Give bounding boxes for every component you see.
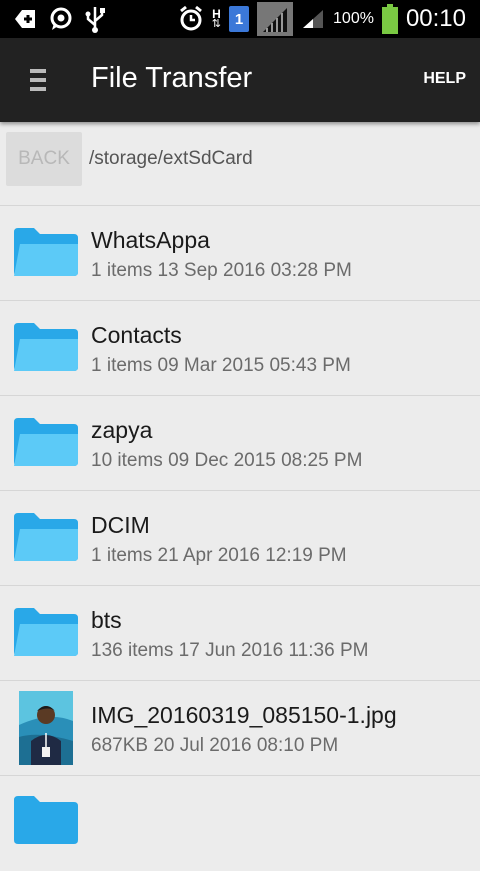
file-meta: 10 items 09 Dec 2015 08:25 PM xyxy=(91,450,363,471)
list-item[interactable]: bts 136 items 17 Jun 2016 11:36 PM xyxy=(0,586,480,681)
folder-icon xyxy=(14,323,78,371)
file-name: bts xyxy=(91,607,122,633)
file-name: zapya xyxy=(91,417,153,443)
app-bar: File Transfer HELP xyxy=(0,38,480,122)
app-title: File Transfer xyxy=(91,62,253,94)
file-meta: 1 items 09 Mar 2015 05:43 PM xyxy=(91,355,351,376)
file-meta: 687KB 20 Jul 2016 08:10 PM xyxy=(91,735,339,756)
file-meta: 1 items 13 Sep 2016 03:28 PM xyxy=(91,260,352,281)
file-name: IMG_20160319_085150-1.jpg xyxy=(91,702,397,728)
signal-icon xyxy=(303,10,324,28)
alarm-icon xyxy=(179,5,202,31)
folder-icon xyxy=(14,418,78,466)
path-bar: BACK /storage/extSdCard xyxy=(0,122,480,206)
menu-icon[interactable] xyxy=(30,69,46,91)
folder-icon xyxy=(14,608,78,656)
notification-icons xyxy=(12,5,106,33)
add-notification-icon xyxy=(15,10,35,28)
file-name: Contacts xyxy=(91,322,182,348)
folder-icon xyxy=(14,513,78,561)
file-list: WhatsAppa 1 items 13 Sep 2016 03:28 PM C… xyxy=(0,206,480,871)
status-bar: H ⇅ 1 100% 00:10 xyxy=(0,0,480,38)
list-item[interactable]: zapya 10 items 09 Dec 2015 08:25 PM xyxy=(0,396,480,491)
signal-strength-box-icon xyxy=(257,2,294,36)
list-item[interactable]: Contacts 1 items 09 Mar 2015 05:43 PM xyxy=(0,301,480,396)
battery-percent: 100% xyxy=(333,10,374,27)
whatsapp-icon xyxy=(50,7,72,30)
system-icons: H ⇅ 1 100% 00:10 xyxy=(178,0,466,38)
list-item-partial[interactable] xyxy=(0,776,480,871)
list-item[interactable]: IMG_20160319_085150-1.jpg 687KB 20 Jul 2… xyxy=(0,681,480,776)
folder-icon xyxy=(14,796,78,844)
usb-icon xyxy=(85,7,105,33)
file-meta: 1 items 21 Apr 2016 12:19 PM xyxy=(91,545,347,566)
list-item[interactable]: WhatsAppa 1 items 13 Sep 2016 03:28 PM xyxy=(0,206,480,301)
current-path: /storage/extSdCard xyxy=(89,148,253,169)
sim-icon: 1 xyxy=(229,6,250,32)
list-item[interactable]: DCIM 1 items 21 Apr 2016 12:19 PM xyxy=(0,491,480,586)
folder-icon xyxy=(14,228,78,276)
file-name: WhatsAppa xyxy=(91,227,210,253)
image-thumbnail-icon xyxy=(19,691,73,765)
clock: 00:10 xyxy=(405,5,466,32)
help-button[interactable]: HELP xyxy=(423,70,466,88)
battery-icon xyxy=(381,4,398,34)
back-button[interactable]: BACK xyxy=(6,132,82,186)
file-name: DCIM xyxy=(91,512,150,538)
network-type-icon: H ⇅ xyxy=(211,7,222,30)
file-meta: 136 items 17 Jun 2016 11:36 PM xyxy=(91,640,369,661)
